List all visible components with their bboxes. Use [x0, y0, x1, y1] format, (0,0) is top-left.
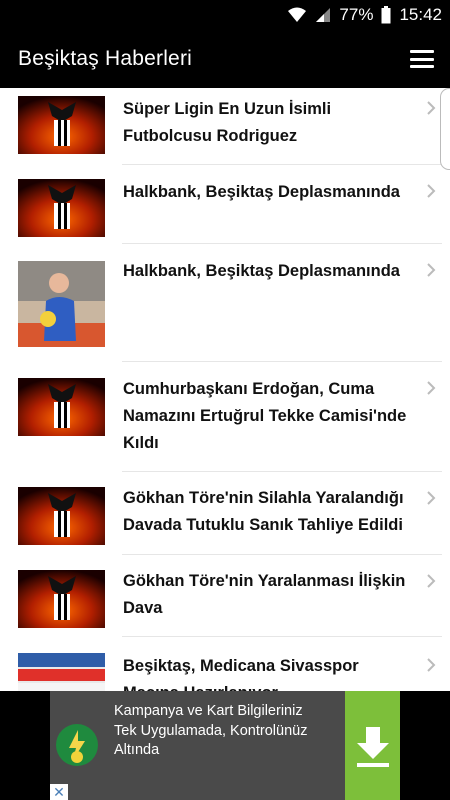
page-title: Beşiktaş Haberleri: [18, 47, 192, 70]
news-title: Cumhurbaşkanı Erdoğan, Cuma Namazını Ert…: [123, 380, 407, 452]
news-item[interactable]: Halkbank, Beşiktaş Deplasmanında: [0, 244, 450, 362]
news-item[interactable]: Beşiktaş, Medicana Sivasspor Maçına Hazı…: [0, 637, 450, 691]
news-title: Halkbank, Beşiktaş Deplasmanında: [123, 262, 400, 280]
news-title: Süper Ligin En Uzun İsimli Futbolcusu Ro…: [123, 100, 332, 145]
ad-content[interactable]: Kampanya ve Kart Bilgileriniz Tek Uygula…: [50, 691, 400, 800]
news-title: Halkbank, Beşiktaş Deplasmanında: [123, 183, 400, 201]
news-title: Beşiktaş, Medicana Sivasspor Maçına Hazı…: [123, 657, 359, 691]
battery-percent: 77%: [339, 5, 374, 24]
news-item[interactable]: Gökhan Töre'nin Yaralanması İlişkin Dava: [0, 555, 450, 637]
wifi-icon: [287, 7, 307, 23]
news-item[interactable]: Halkbank, Beşiktaş Deplasmanında: [0, 165, 450, 244]
chevron-right-icon: [427, 658, 436, 672]
news-thumbnail: [18, 261, 105, 347]
news-title: Gökhan Töre'nin Yaralanması İlişkin Dava: [123, 572, 406, 617]
menu-icon[interactable]: [410, 50, 434, 68]
battery-icon: [381, 6, 391, 24]
news-thumbnail: [18, 487, 105, 545]
chevron-right-icon: [427, 101, 436, 115]
download-icon: [356, 726, 389, 767]
signal-icon: [315, 7, 331, 23]
clock: 15:42: [399, 5, 442, 24]
news-thumbnail: [18, 96, 105, 154]
chevron-right-icon: [427, 263, 436, 277]
news-item[interactable]: Süper Ligin En Uzun İsimli Futbolcusu Ro…: [0, 88, 450, 165]
news-thumbnail: [18, 570, 105, 628]
ad-close-button[interactable]: ✕: [50, 784, 68, 800]
news-list: Süper Ligin En Uzun İsimli Futbolcusu Ro…: [0, 88, 450, 691]
chevron-right-icon: [427, 184, 436, 198]
status-bar: 77% 15:42: [0, 0, 450, 30]
ad-logo-icon: [56, 724, 98, 766]
news-thumbnail: [18, 179, 105, 237]
news-thumbnail: [18, 378, 105, 436]
ad-banner[interactable]: Kampanya ve Kart Bilgileriniz Tek Uygula…: [0, 691, 450, 800]
app-bar: Beşiktaş Haberleri: [0, 30, 450, 88]
news-item[interactable]: Gökhan Töre'nin Silahla Yaralandığı Dava…: [0, 472, 450, 555]
scroll-indicator[interactable]: [440, 88, 450, 170]
chevron-right-icon: [427, 381, 436, 395]
chevron-right-icon: [427, 491, 436, 505]
chevron-right-icon: [427, 574, 436, 588]
news-thumbnail: [18, 653, 105, 691]
news-item[interactable]: Cumhurbaşkanı Erdoğan, Cuma Namazını Ert…: [0, 362, 450, 472]
download-button[interactable]: [345, 691, 400, 800]
ad-text: Kampanya ve Kart Bilgileriniz Tek Uygula…: [114, 703, 308, 758]
news-title: Gökhan Töre'nin Silahla Yaralandığı Dava…: [123, 489, 404, 534]
